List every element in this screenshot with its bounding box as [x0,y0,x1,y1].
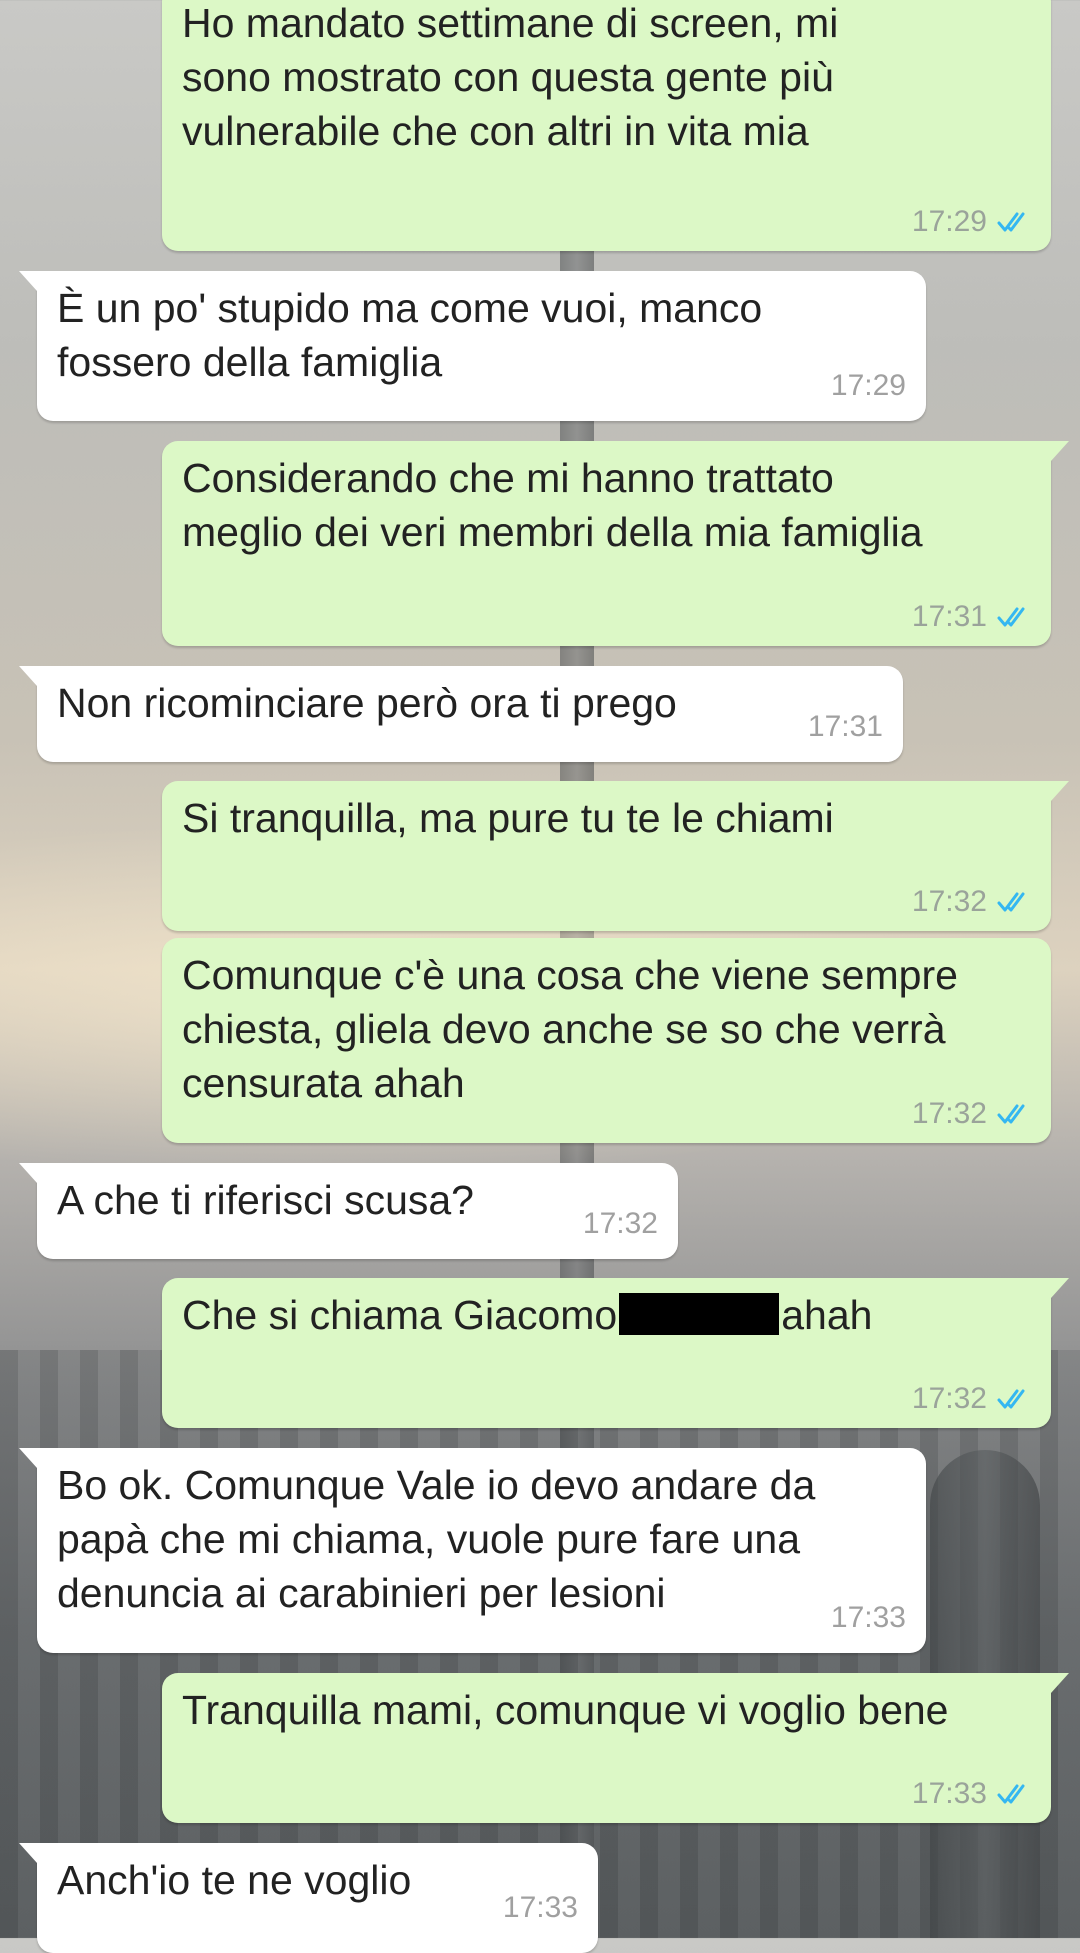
message-time: 17:33 [830,1601,906,1634]
message-time: 17:32 [911,1097,987,1130]
read-ticks-icon [997,1389,1025,1409]
message-text: Non ricominciare però ora ti prego [57,680,677,726]
message-meta: 17:29 [831,369,906,403]
message-text: Bo ok. Comunque Vale io devo andare da p… [57,1462,816,1616]
message-text: Si tranquilla, ma pure tu te le chiami [182,795,834,841]
message-text: È un po' stupido ma come vuoi, manco fos… [57,285,763,385]
message-text: Anch'io te ne voglio [57,1857,412,1903]
message-meta: 17:31 [808,710,883,744]
incoming-message[interactable]: Non ricominciare però ora ti prego 17:31 [19,666,903,762]
outgoing-message[interactable]: Che si chiama Giacomo ahah 17:32 [162,1278,1069,1428]
message-time: 17:33 [911,1777,987,1810]
incoming-message[interactable]: Anch'io te ne voglio 17:33 [19,1843,598,1953]
message-meta: 17:29 [912,205,1031,239]
message-meta: 17:32 [912,1382,1031,1416]
message-text: Tranquilla mami, comunque vi voglio bene [182,1687,949,1733]
message-time: 17:29 [911,205,987,238]
outgoing-message[interactable]: Ho mandato settimane di screen, mi sono … [162,0,1051,251]
message-time: 17:29 [830,369,906,402]
message-text: Comunque c'è una cosa che viene sempre c… [182,952,958,1106]
message-time: 17:32 [911,885,987,918]
incoming-message[interactable]: È un po' stupido ma come vuoi, manco fos… [19,271,926,421]
message-text-after: ahah [781,1292,873,1338]
outgoing-message[interactable]: Si tranquilla, ma pure tu te le chiami 1… [162,781,1069,931]
message-time: 17:31 [807,710,883,743]
message-meta: 17:32 [912,1097,1031,1131]
outgoing-message[interactable]: Comunque c'è una cosa che viene sempre c… [162,938,1051,1143]
incoming-message[interactable]: Bo ok. Comunque Vale io devo andare da p… [19,1448,926,1653]
read-ticks-icon [997,892,1025,912]
message-time: 17:32 [911,1382,987,1415]
message-time: 17:33 [502,1891,578,1924]
message-meta: 17:33 [503,1891,578,1925]
redaction-bar [619,1293,780,1335]
message-time: 17:32 [582,1207,658,1240]
incoming-message[interactable]: A che ti riferisci scusa? 17:32 [19,1163,678,1259]
message-meta: 17:33 [831,1601,906,1635]
message-meta: 17:33 [912,1777,1031,1811]
read-ticks-icon [997,212,1025,232]
message-text: A che ti riferisci scusa? [57,1177,474,1223]
message-text: Ho mandato settimane di screen, mi sono … [182,0,839,154]
message-text-before: Che si chiama Giacomo [182,1292,618,1338]
read-ticks-icon [997,1784,1025,1804]
read-ticks-icon [997,607,1025,627]
outgoing-message[interactable]: Tranquilla mami, comunque vi voglio bene… [162,1673,1069,1823]
outgoing-message[interactable]: Considerando che mi hanno trattato megli… [162,441,1069,646]
message-meta: 17:31 [912,600,1031,634]
message-text: Considerando che mi hanno trattato megli… [182,455,923,555]
message-time: 17:31 [911,600,987,633]
message-meta: 17:32 [912,885,1031,919]
read-ticks-icon [997,1104,1025,1124]
message-meta: 17:32 [583,1207,658,1241]
message-text: Che si chiama Giacomo ahah [182,1288,1031,1342]
